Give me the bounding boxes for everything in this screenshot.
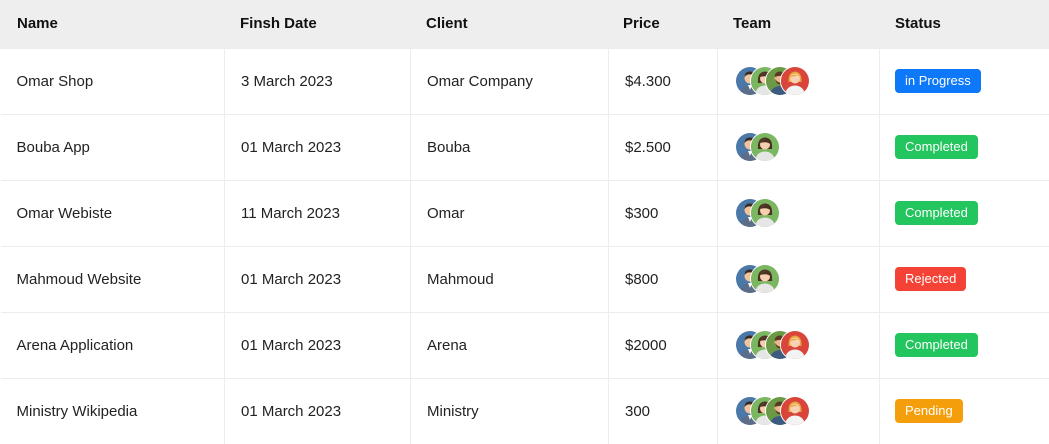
table-row[interactable]: Omar Webiste11 March 2023Omar$300 Complet… bbox=[1, 180, 1049, 246]
team-avatars bbox=[735, 132, 879, 162]
finish-date: 01 March 2023 bbox=[225, 114, 411, 180]
team-avatars bbox=[735, 66, 879, 96]
team-cell bbox=[718, 378, 880, 444]
team-avatars bbox=[735, 330, 879, 360]
project-name: Ministry Wikipedia bbox=[1, 378, 225, 444]
finish-date: 01 March 2023 bbox=[225, 246, 411, 312]
client-name: Arena bbox=[411, 312, 609, 378]
projects-table: Name Finsh Date Client Price Team Status… bbox=[0, 0, 1049, 444]
status-cell: in Progress bbox=[880, 48, 1049, 114]
avatar-woman-icon[interactable] bbox=[750, 198, 780, 228]
team-cell bbox=[718, 48, 880, 114]
price: $800 bbox=[609, 246, 718, 312]
price: $4.300 bbox=[609, 48, 718, 114]
table-row[interactable]: Omar Shop3 March 2023Omar Company$4.300 i… bbox=[1, 48, 1049, 114]
project-name: Bouba App bbox=[1, 114, 225, 180]
team-cell bbox=[718, 312, 880, 378]
status-badge: Rejected bbox=[895, 267, 966, 291]
status-cell: Completed bbox=[880, 180, 1049, 246]
avatar-woman-icon[interactable] bbox=[750, 264, 780, 294]
header-status[interactable]: Status bbox=[880, 0, 1049, 48]
status-cell: Pending bbox=[880, 378, 1049, 444]
team-avatars bbox=[735, 396, 879, 426]
team-avatars bbox=[735, 198, 879, 228]
header-name[interactable]: Name bbox=[1, 0, 225, 48]
client-name: Bouba bbox=[411, 114, 609, 180]
price: $2000 bbox=[609, 312, 718, 378]
header-client[interactable]: Client bbox=[411, 0, 609, 48]
client-name: Omar bbox=[411, 180, 609, 246]
price: 300 bbox=[609, 378, 718, 444]
project-name: Mahmoud Website bbox=[1, 246, 225, 312]
team-avatars bbox=[735, 264, 879, 294]
team-cell bbox=[718, 114, 880, 180]
status-cell: Completed bbox=[880, 114, 1049, 180]
table-row[interactable]: Mahmoud Website01 March 2023Mahmoud$800 R… bbox=[1, 246, 1049, 312]
finish-date: 01 March 2023 bbox=[225, 312, 411, 378]
status-cell: Rejected bbox=[880, 246, 1049, 312]
status-badge: Completed bbox=[895, 201, 978, 225]
team-cell bbox=[718, 246, 880, 312]
header-team[interactable]: Team bbox=[718, 0, 880, 48]
client-name: Ministry bbox=[411, 378, 609, 444]
table-row[interactable]: Bouba App01 March 2023Bouba$2.500 Complet… bbox=[1, 114, 1049, 180]
table-header: Name Finsh Date Client Price Team Status bbox=[1, 0, 1049, 48]
avatar-woman-icon[interactable] bbox=[750, 132, 780, 162]
status-badge: in Progress bbox=[895, 69, 981, 93]
header-price[interactable]: Price bbox=[609, 0, 718, 48]
status-badge: Pending bbox=[895, 399, 963, 423]
table-row[interactable]: Ministry Wikipedia01 March 2023Ministry3… bbox=[1, 378, 1049, 444]
project-name: Arena Application bbox=[1, 312, 225, 378]
status-badge: Completed bbox=[895, 333, 978, 357]
status-badge: Completed bbox=[895, 135, 978, 159]
price: $2.500 bbox=[609, 114, 718, 180]
finish-date: 3 March 2023 bbox=[225, 48, 411, 114]
project-name: Omar Webiste bbox=[1, 180, 225, 246]
team-cell bbox=[718, 180, 880, 246]
avatar-woman-red-icon[interactable] bbox=[780, 396, 810, 426]
finish-date: 11 March 2023 bbox=[225, 180, 411, 246]
project-name: Omar Shop bbox=[1, 48, 225, 114]
finish-date: 01 March 2023 bbox=[225, 378, 411, 444]
status-cell: Completed bbox=[880, 312, 1049, 378]
table-row[interactable]: Arena Application01 March 2023Arena$2000… bbox=[1, 312, 1049, 378]
table-body: Omar Shop3 March 2023Omar Company$4.300 i… bbox=[1, 48, 1049, 444]
header-row: Name Finsh Date Client Price Team Status bbox=[1, 0, 1049, 48]
header-finish-date[interactable]: Finsh Date bbox=[225, 0, 411, 48]
avatar-woman-red-icon[interactable] bbox=[780, 330, 810, 360]
price: $300 bbox=[609, 180, 718, 246]
client-name: Mahmoud bbox=[411, 246, 609, 312]
avatar-woman-red-icon[interactable] bbox=[780, 66, 810, 96]
client-name: Omar Company bbox=[411, 48, 609, 114]
